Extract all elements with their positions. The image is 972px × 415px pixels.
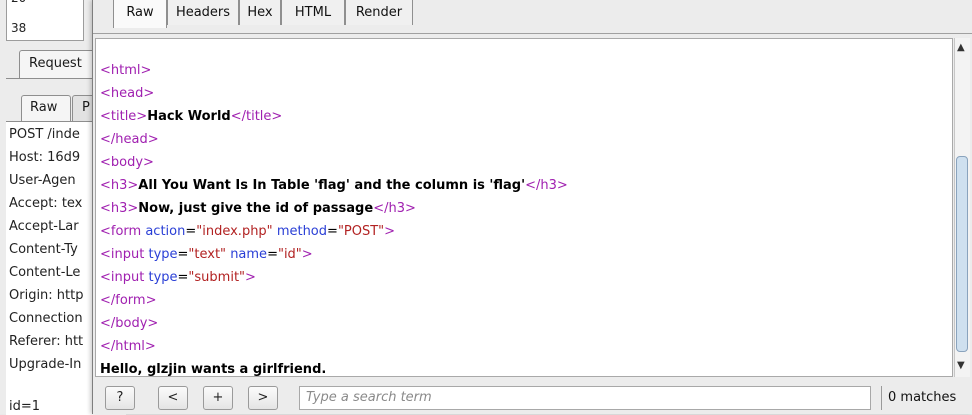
code-token: <html> <box>100 63 152 78</box>
help-button[interactable]: ? <box>105 386 135 410</box>
tab-request-label: Request <box>29 56 82 71</box>
code-token: "submit" <box>188 270 246 285</box>
tab-baseline <box>93 33 972 34</box>
code-line: <input type="submit"> <box>100 266 568 289</box>
code-token: "id" <box>277 247 302 262</box>
code-line: <body> <box>100 151 568 174</box>
code-token: "text" <box>188 247 227 262</box>
code-line: <title>Hack World</title> <box>100 105 568 128</box>
code-token: </h3> <box>373 201 416 216</box>
code-token: type <box>148 247 178 262</box>
tab-headers[interactable]: Headers <box>167 0 239 25</box>
request-line: Referer: htt <box>9 334 84 349</box>
code-line: <form action="index.php" method="POST"> <box>100 220 568 243</box>
tab-raw[interactable]: Raw <box>113 0 167 28</box>
code-token: action <box>145 224 186 239</box>
tab-params-label: P <box>82 100 90 115</box>
code-token: > <box>245 270 256 285</box>
code-line: </form> <box>100 289 568 312</box>
code-token: method <box>276 224 328 239</box>
code-token: type <box>148 270 178 285</box>
code-token: = <box>267 247 278 262</box>
code-token: Hello, glzjin wants a girlfriend. <box>100 362 327 377</box>
code-token: = <box>327 224 338 239</box>
response-tabs: Raw Headers Hex HTML Render <box>93 0 972 34</box>
code-token: name <box>230 247 268 262</box>
search-bar: ? < + > Type a search term 0 matches <box>93 379 972 414</box>
code-token: <title> <box>100 109 148 124</box>
vertical-scrollbar[interactable]: ▲ ▼ <box>954 38 970 377</box>
request-line: POST /inde <box>9 127 80 142</box>
code-token: <h3> <box>100 178 139 193</box>
code-token: = <box>177 247 189 262</box>
request-body-param: id=1 <box>9 399 41 414</box>
previous-match-button[interactable]: < <box>158 386 188 410</box>
request-line: Content-Ty <box>9 242 78 257</box>
code-token: <h3> <box>100 201 139 216</box>
request-line: User-Agen <box>9 173 76 188</box>
tab-raw-label: Raw <box>30 100 58 115</box>
response-window: Raw Headers Hex HTML Render <html> <head>… <box>92 0 972 414</box>
request-line: Accept-Lar <box>9 219 79 234</box>
code-line: <h3>Now, just give the id of passage</h3… <box>100 197 568 220</box>
code-token: All You Want Is In Table 'flag' and the … <box>138 178 526 193</box>
code-token: <body> <box>100 155 154 170</box>
code-token: Now, just give the id of passage <box>138 201 374 216</box>
scroll-down-icon[interactable]: ▼ <box>957 360 965 371</box>
request-line: Host: 16d9 <box>9 150 81 165</box>
code-token: Hack World <box>147 109 231 124</box>
code-token: <input <box>100 247 149 262</box>
tab-html[interactable]: HTML <box>281 0 345 25</box>
request-line: Accept: tex <box>9 196 83 211</box>
scroll-up-icon[interactable]: ▲ <box>957 42 965 53</box>
history-number: 38 <box>11 21 27 35</box>
history-list[interactable]: 20 38 <box>6 0 84 41</box>
code-line: <head> <box>100 82 568 105</box>
code-token: </head> <box>100 132 159 147</box>
code-line: <html> <box>100 59 568 82</box>
code-line: </body> <box>100 312 568 335</box>
code-token: </title> <box>230 109 283 124</box>
request-line: Origin: http <box>9 288 84 303</box>
code-token: > <box>301 247 313 262</box>
code-line: </head> <box>100 128 568 151</box>
code-token: > <box>384 224 396 239</box>
history-number: 20 <box>11 0 26 5</box>
tab-raw-request[interactable]: Raw <box>21 95 71 122</box>
search-input[interactable]: Type a search term <box>299 386 871 410</box>
code-token: <form <box>100 224 146 239</box>
request-line: Upgrade-In <box>9 357 82 372</box>
code-line: Hello, glzjin wants a girlfriend. <box>100 358 568 377</box>
scrollbar-thumb[interactable] <box>956 156 968 352</box>
code-token: = <box>185 224 197 239</box>
request-line: Connection <box>9 311 83 326</box>
response-editor[interactable]: <html> <head> <title>Hack World</title> </h… <box>95 38 953 377</box>
code-line: <input type="text" name="id"> <box>100 243 568 266</box>
code-line: </html> <box>100 335 568 358</box>
response-code: <html> <head> <title>Hack World</title> </h… <box>100 59 568 377</box>
code-token: </body> <box>100 316 159 331</box>
add-search-button[interactable]: + <box>203 386 233 410</box>
code-token: <head> <box>100 86 155 101</box>
tab-render[interactable]: Render <box>345 0 413 25</box>
code-token: </form> <box>100 293 157 308</box>
code-line: <h3>All You Want Is In Table 'flag' and … <box>100 174 568 197</box>
code-token: "index.php" <box>196 224 273 239</box>
tab-hex[interactable]: Hex <box>239 0 281 25</box>
code-token: <input <box>100 270 149 285</box>
code-token: </html> <box>100 339 156 354</box>
code-token: = <box>177 270 189 285</box>
next-match-button[interactable]: > <box>248 386 278 410</box>
code-token: </h3> <box>525 178 568 193</box>
code-token: "POST" <box>337 224 385 239</box>
request-line: Content-Le <box>9 265 81 280</box>
match-count: 0 matches <box>881 386 972 410</box>
